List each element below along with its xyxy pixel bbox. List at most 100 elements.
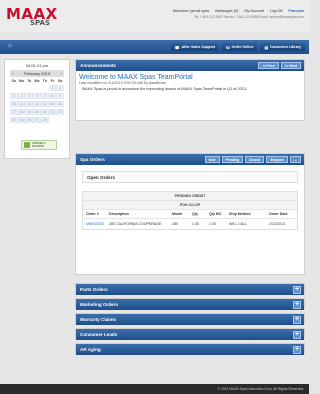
- pending-orders-button[interactable]: Pending: [221, 156, 243, 163]
- logo-subtext: SPAS: [30, 19, 50, 27]
- collapse-icon[interactable]: —: [289, 156, 301, 163]
- table-cell: WILL CALL: [229, 222, 248, 226]
- calendar-day[interactable]: 15: [48, 101, 57, 107]
- support-icon: ☎: [174, 44, 180, 50]
- header: MAAX SPAS Welcome: jsmall spas Messages …: [0, 0, 309, 33]
- calendar-day[interactable]: 26: [25, 117, 34, 123]
- expand-icon[interactable]: +: [293, 330, 301, 339]
- welcome-text: Welcome: jsmall spas: [172, 8, 210, 13]
- calendar-day[interactable]: 16: [56, 101, 64, 107]
- table-header: Order # Description Model Qty Qty BO Shi…: [83, 210, 297, 219]
- panel-title: Marketing Orders: [80, 302, 119, 307]
- calendar-day[interactable]: 18: [17, 109, 26, 115]
- calendar-day[interactable]: 25: [17, 117, 26, 123]
- spa-orders-panel: Spa Orders New Pending Closed Shipped — …: [75, 153, 305, 275]
- column-header: Order #: [86, 212, 99, 216]
- calendar-day[interactable]: 23: [56, 109, 64, 115]
- document-library-button[interactable]: ▤ Document Library: [260, 43, 305, 51]
- closed-orders-button[interactable]: Closed: [244, 156, 265, 163]
- calendar-day[interactable]: 24: [10, 117, 18, 123]
- calendar-day[interactable]: 9: [56, 93, 64, 99]
- month-label: February 2013: [23, 71, 50, 76]
- orders-table: PENDING CREDIT POH CO-OP Order # Descrip…: [82, 191, 298, 230]
- calendar-day[interactable]: 20: [33, 109, 41, 115]
- home-icon[interactable]: ⌂: [8, 43, 12, 49]
- table-cell: 280 CALIFORNIA COOPERAGE: [109, 222, 162, 226]
- footer: © 2013 MAAX Spas Industries Corp. All Ri…: [0, 384, 309, 394]
- prev-announcement-button[interactable]: << Prev: [258, 62, 279, 69]
- calendar-day[interactable]: 21: [40, 109, 49, 115]
- panel-title: AR Aging: [80, 347, 101, 352]
- marketing-orders-panel: Marketing Orders +: [75, 298, 305, 310]
- messages-link[interactable]: Messages (0): [215, 9, 238, 13]
- consumer-leads-panel: Consumer Leads +: [75, 328, 305, 340]
- order-number-link[interactable]: MBR35153: [83, 222, 106, 226]
- panel-title: Parts Orders: [80, 287, 108, 292]
- expand-icon[interactable]: +: [293, 345, 301, 354]
- announcement-text: MAAX Spas is proud to announce the impen…: [82, 87, 247, 91]
- calendar-day[interactable]: 2: [56, 85, 64, 91]
- consumer-leads-header[interactable]: Consumer Leads +: [76, 329, 304, 340]
- calendar-day[interactable]: 10: [10, 101, 18, 107]
- next-announcement-button[interactable]: >> Next: [280, 62, 301, 69]
- maax-logo[interactable]: MAAX SPAS: [6, 5, 57, 31]
- calendar-day[interactable]: 6: [33, 93, 41, 99]
- warranty-claims-panel: Warranty Claims +: [75, 313, 305, 325]
- calendar-blank: [18, 85, 26, 91]
- calendar-day[interactable]: 5: [25, 93, 34, 99]
- weekday-label: Su: [11, 79, 17, 83]
- calendar-day[interactable]: 8: [48, 93, 57, 99]
- calendar-day[interactable]: 27: [33, 117, 41, 123]
- new-orders-button[interactable]: New: [204, 156, 220, 163]
- column-header: Order Date: [269, 212, 288, 216]
- order-online-button[interactable]: ⛁ Order Online: [222, 43, 258, 51]
- prev-month-icon[interactable]: ‹: [12, 71, 13, 76]
- warranty-claims-header[interactable]: Warranty Claims +: [76, 314, 304, 325]
- announcement-modified: Last modified on 2/1/2013 9:02:00 AM by …: [79, 81, 166, 85]
- weekday-label: Tu: [27, 79, 32, 83]
- calendar-day[interactable]: 19: [25, 109, 34, 115]
- logoff-link[interactable]: Log Off: [270, 9, 282, 13]
- calendar-day[interactable]: 14: [40, 101, 49, 107]
- expand-icon[interactable]: +: [293, 285, 301, 294]
- calendar-day[interactable]: 3: [10, 93, 18, 99]
- parts-orders-header[interactable]: Parts Orders +: [76, 284, 304, 295]
- expand-icon[interactable]: +: [293, 315, 301, 324]
- shipped-orders-button[interactable]: Shipped: [266, 156, 288, 163]
- calendar-day[interactable]: 11: [17, 101, 26, 107]
- announcement-title: Welcome to MAAX Spas TeamPortal: [79, 74, 193, 81]
- calendar-day[interactable]: 7: [40, 93, 49, 99]
- security-badge[interactable]: VERIFIED & SECURED: [21, 140, 57, 150]
- calendar-widget: 04:51:01 pm ‹ February 2013 › Su Mo Tu We Th…: [4, 59, 70, 159]
- calendar-day[interactable]: 4: [17, 93, 26, 99]
- calendar-day[interactable]: 17: [10, 109, 18, 115]
- announcements-panel: Announcements << Prev >> Next Welcome to…: [75, 59, 305, 121]
- next-month-icon[interactable]: ›: [61, 71, 62, 76]
- weekday-label: We: [34, 79, 40, 83]
- announcements-header: Announcements << Prev >> Next: [76, 60, 304, 71]
- column-header: Ship Method: [229, 212, 251, 216]
- calendar-header: ‹ February 2013 ›: [10, 70, 64, 77]
- ar-aging-header[interactable]: AR Aging +: [76, 344, 304, 355]
- column-header: Qty BO: [209, 212, 222, 216]
- after-sales-support-button[interactable]: ☎ After Sales Support: [170, 43, 220, 51]
- expand-icon[interactable]: +: [293, 300, 301, 309]
- my-account-link[interactable]: My Account: [244, 9, 264, 13]
- calendar-day[interactable]: 22: [48, 109, 57, 115]
- calendar-day[interactable]: 1: [48, 85, 57, 91]
- cart-icon: ⛁: [226, 44, 230, 50]
- calendar-day[interactable]: 12: [25, 101, 34, 107]
- calendar-day[interactable]: 28: [40, 117, 49, 123]
- panel-title: Announcements: [80, 63, 116, 68]
- column-header: Qty: [192, 212, 198, 216]
- marketing-orders-header[interactable]: Marketing Orders +: [76, 299, 304, 310]
- language-link[interactable]: Français: [288, 9, 304, 13]
- weekday-label: Sa: [57, 79, 63, 83]
- calendar-day[interactable]: 13: [33, 101, 41, 107]
- main-nav: ⌂ ☎ After Sales Support ⛁ Order Online ▤…: [0, 40, 309, 54]
- shield-icon: [24, 142, 30, 148]
- spa-orders-header: Spa Orders New Pending Closed Shipped —: [76, 154, 304, 165]
- table-cell: 2/22/2013: [269, 222, 285, 226]
- weekday-label: Fr: [50, 79, 55, 83]
- nav-label: Document Library: [270, 45, 301, 49]
